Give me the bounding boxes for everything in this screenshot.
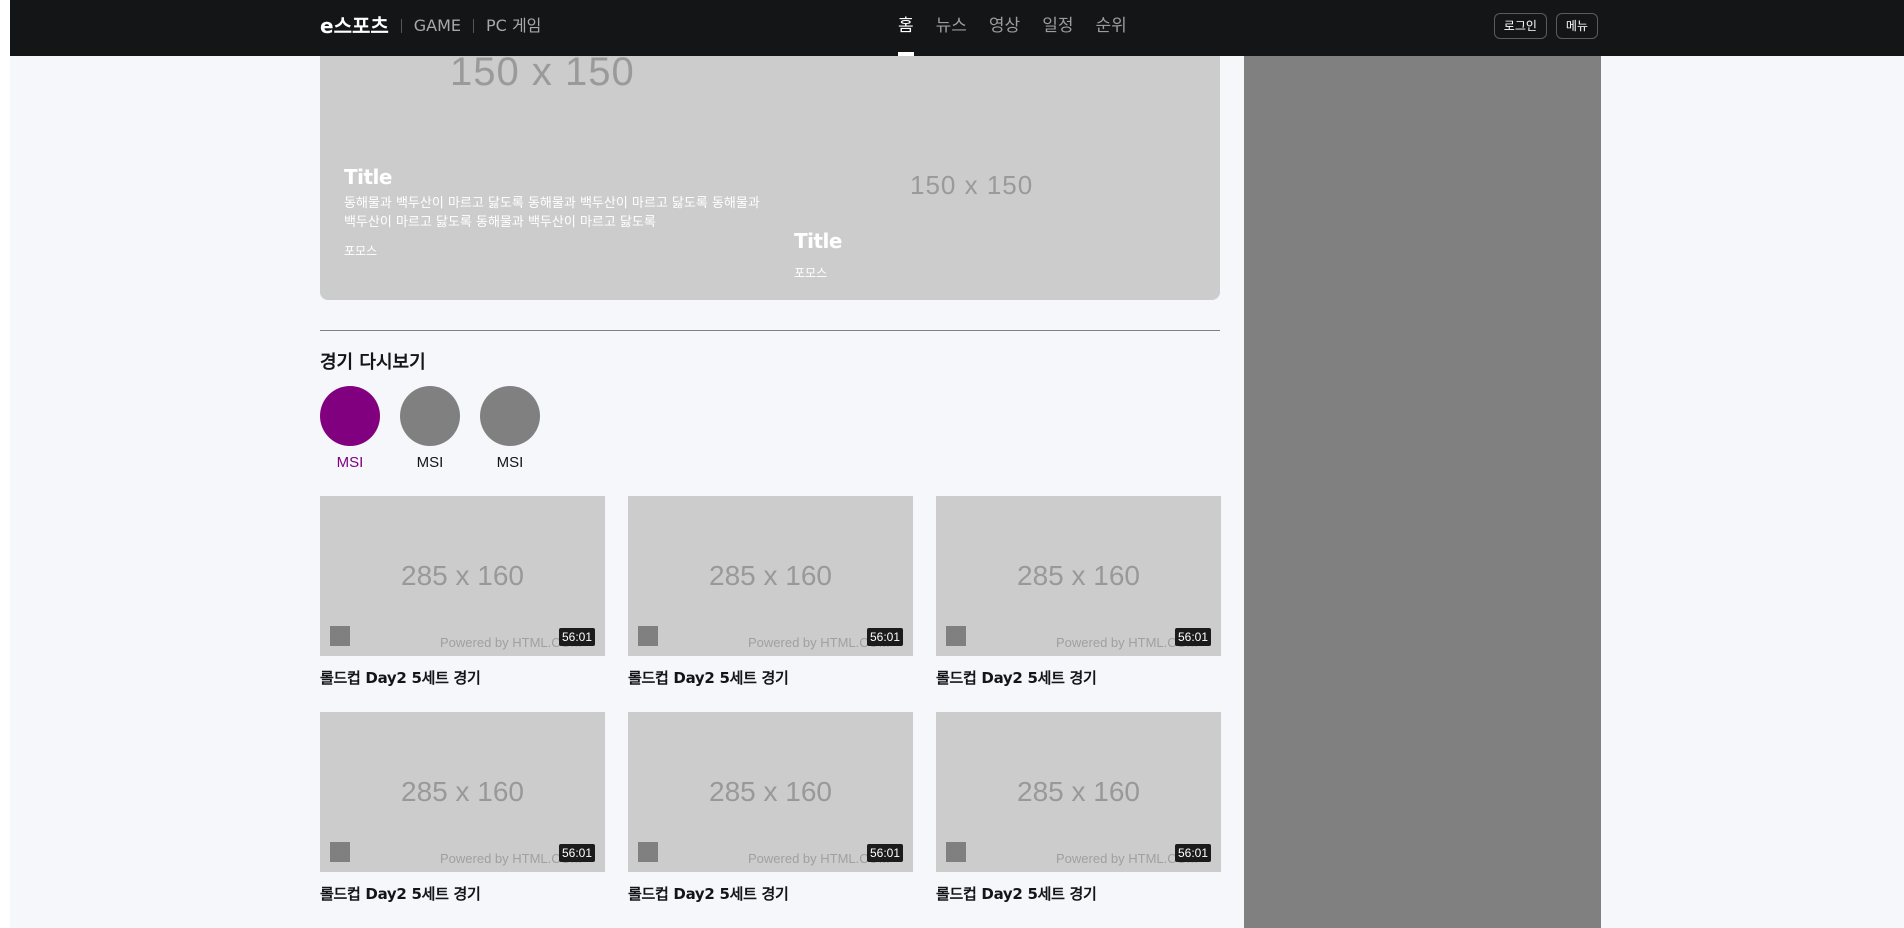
esports-logo[interactable]: e스포츠 <box>320 13 389 39</box>
video-title[interactable]: 롤드컵 Day2 5세트 경기 <box>936 667 1221 688</box>
league-tab[interactable]: MSI <box>480 386 540 471</box>
hero-card-source: 포모스 <box>794 266 828 280</box>
video-card[interactable]: 285 x 160 Powered by HTML.COM 56:01 롤드컵 … <box>936 496 1221 688</box>
hero-banner: 150 x 150 150 x 150 Title 동해물과 백두산이 마르고 … <box>320 56 1220 300</box>
nav-video[interactable]: 영상 <box>989 0 1020 56</box>
league-badge-icon <box>330 626 350 646</box>
league-name: MSI <box>416 454 444 471</box>
section-divider <box>320 330 1220 331</box>
league-badge-icon <box>946 842 966 862</box>
thumbnail-placeholder: 285 x 160 <box>401 776 524 807</box>
league-logo <box>480 386 540 446</box>
league-badge-icon <box>946 626 966 646</box>
global-header: e스포츠 GAME PC 게임 홈 뉴스 영상 일정 순위 로그인 메뉴 <box>10 0 1904 56</box>
video-thumbnail[interactable]: 285 x 160 Powered by HTML.COM 56:01 <box>936 496 1221 656</box>
league-badge-icon <box>330 842 350 862</box>
video-card[interactable]: 285 x 160 Powered by HTML.COM 56:01 롤드컵 … <box>320 496 605 688</box>
page: e스포츠 GAME PC 게임 홈 뉴스 영상 일정 순위 로그인 메뉴 150… <box>10 0 1904 928</box>
nav-home[interactable]: 홈 <box>898 0 914 56</box>
thumbnail-placeholder: 285 x 160 <box>401 560 524 591</box>
league-badge-icon <box>638 842 658 862</box>
league-name: MSI <box>496 454 524 471</box>
video-card[interactable]: 285 x 160 Powered by HTML.COM 56:01 롤드컵 … <box>628 712 913 904</box>
sidebar-placeholder <box>1244 56 1601 928</box>
duration-badge: 56:01 <box>866 844 903 862</box>
video-thumbnail[interactable]: 285 x 160 Powered by HTML.COM 56:01 <box>628 496 913 656</box>
hero-card-title: Title <box>344 165 392 189</box>
main-nav: 홈 뉴스 영상 일정 순위 <box>898 0 1127 56</box>
hero-card-title: Title <box>794 229 842 253</box>
hero-card-description: 동해물과 백두산이 마르고 닳도록 동해물과 백두산이 마르고 닳도록 동해물과… <box>344 196 760 230</box>
hero-card[interactable]: Title 동해물과 백두산이 마르고 닳도록 동해물과 백두산이 마르고 닳도… <box>344 164 764 259</box>
league-name: MSI <box>336 454 364 471</box>
image-placeholder: 150 x 150 <box>450 56 635 94</box>
duration-badge: 56:01 <box>558 844 595 862</box>
league-logo <box>400 386 460 446</box>
hero-card-source: 포모스 <box>344 244 378 258</box>
video-card[interactable]: 285 x 160 Powered by HTML.COM 56:01 롤드컵 … <box>936 712 1221 904</box>
thumbnail-placeholder: 285 x 160 <box>709 560 832 591</box>
video-title[interactable]: 롤드컵 Day2 5세트 경기 <box>320 883 605 904</box>
thumbnail-placeholder: 285 x 160 <box>1017 560 1140 591</box>
video-card[interactable]: 285 x 160 Powered by HTML.COM 56:01 롤드컵 … <box>320 712 605 904</box>
image-placeholder: 150 x 150 <box>910 170 1034 200</box>
league-filter: MSI MSI MSI <box>320 386 540 471</box>
duration-badge: 56:01 <box>1174 628 1211 646</box>
menu-button[interactable]: 메뉴 <box>1555 13 1598 39</box>
pc-game-link[interactable]: PC 게임 <box>486 13 541 39</box>
section-title: 경기 다시보기 <box>320 352 426 373</box>
league-logo <box>320 386 380 446</box>
video-thumbnail[interactable]: 285 x 160 Powered by HTML.COM 56:01 <box>936 712 1221 872</box>
divider <box>473 19 475 33</box>
login-button[interactable]: 로그인 <box>1493 13 1547 39</box>
league-tab[interactable]: MSI <box>320 386 380 471</box>
video-thumbnail[interactable]: 285 x 160 Powered by HTML.COM 56:01 <box>320 712 605 872</box>
video-card[interactable]: 285 x 160 Powered by HTML.COM 56:01 롤드컵 … <box>628 496 913 688</box>
duration-badge: 56:01 <box>558 628 595 646</box>
nav-ranking[interactable]: 순위 <box>1095 0 1126 56</box>
video-title[interactable]: 롤드컵 Day2 5세트 경기 <box>628 667 913 688</box>
brand: e스포츠 GAME PC 게임 <box>320 13 541 39</box>
duration-badge: 56:01 <box>866 628 903 646</box>
thumbnail-placeholder: 285 x 160 <box>1017 776 1140 807</box>
video-thumbnail[interactable]: 285 x 160 Powered by HTML.COM 56:01 <box>320 496 605 656</box>
thumbnail-placeholder: 285 x 160 <box>709 776 832 807</box>
header-utils: 로그인 메뉴 <box>1493 13 1598 39</box>
video-grid: 285 x 160 Powered by HTML.COM 56:01 롤드컵 … <box>320 496 1221 904</box>
divider <box>400 19 402 33</box>
league-tab[interactable]: MSI <box>400 386 460 471</box>
nav-news[interactable]: 뉴스 <box>936 0 967 56</box>
video-title[interactable]: 롤드컵 Day2 5세트 경기 <box>628 883 913 904</box>
nav-schedule[interactable]: 일정 <box>1042 0 1073 56</box>
league-badge-icon <box>638 626 658 646</box>
video-thumbnail[interactable]: 285 x 160 Powered by HTML.COM 56:01 <box>628 712 913 872</box>
game-link[interactable]: GAME <box>414 13 461 39</box>
video-title[interactable]: 롤드컵 Day2 5세트 경기 <box>320 667 605 688</box>
hero-card[interactable]: Title 포모스 <box>794 228 1094 281</box>
duration-badge: 56:01 <box>1174 844 1211 862</box>
video-title[interactable]: 롤드컵 Day2 5세트 경기 <box>936 883 1221 904</box>
